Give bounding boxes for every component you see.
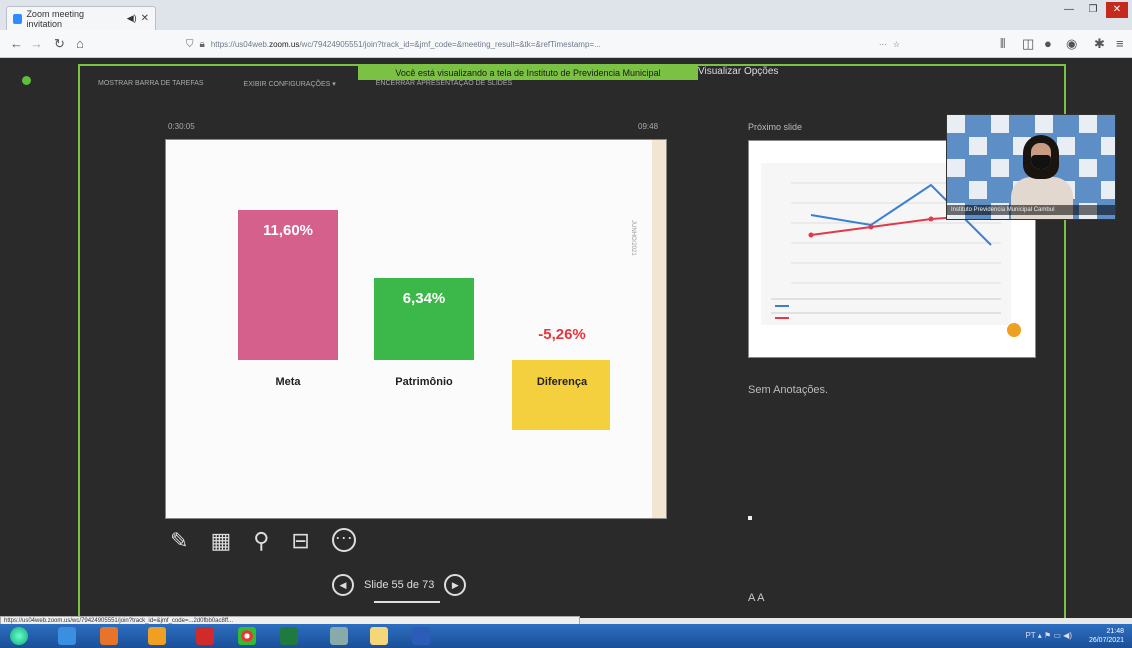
next-slide-label: Próximo slide bbox=[748, 122, 803, 132]
back-icon[interactable]: ← bbox=[10, 36, 23, 51]
backdrop-tile bbox=[991, 159, 1009, 177]
close-window-button[interactable]: ✕ bbox=[1106, 2, 1128, 18]
sidebar-icon[interactable]: ◫ bbox=[1022, 36, 1034, 52]
library-icon[interactable]: ⫴ bbox=[1000, 36, 1005, 52]
bar-category-label: Meta bbox=[275, 376, 301, 388]
firefox-icon[interactable] bbox=[100, 627, 118, 645]
pen-icon[interactable]: ✎ bbox=[170, 528, 188, 554]
viewing-banner: Você está visualizando a tela de Institu… bbox=[358, 66, 698, 80]
backdrop-tile bbox=[1035, 115, 1053, 133]
presentation-timer: 0:30:05 bbox=[168, 122, 195, 131]
file-explorer-icon[interactable] bbox=[370, 627, 388, 645]
bar-2 bbox=[512, 360, 610, 430]
presenter-tools: ✎ ▦ ⚲ ⊟ ··· bbox=[170, 528, 356, 554]
presenter-screen-icon[interactable]: ⊟ bbox=[291, 528, 309, 554]
see-all-slides-icon[interactable]: ▦ bbox=[210, 528, 231, 554]
slide-counter: Slide 55 de 73 bbox=[364, 579, 435, 591]
backdrop-tile bbox=[947, 159, 965, 177]
browser-tab[interactable]: Zoom meeting invitation ◀) ✕ bbox=[6, 6, 156, 30]
notes-font-size-controls[interactable]: A A bbox=[748, 592, 765, 604]
menu-display-settings[interactable]: EXIBIR CONFIGURAÇÕES ▾ bbox=[244, 80, 336, 88]
url-text: https://us04web.zoom.us/wc/79424905551/j… bbox=[210, 39, 601, 49]
chrome-icon[interactable] bbox=[238, 627, 256, 645]
browser-toolbar: ← → ↻ ⌂ ⛉ 🔒︎ https://us04web.zoom.us/wc/… bbox=[0, 30, 1132, 58]
backdrop-tile bbox=[1101, 137, 1115, 155]
excel-icon[interactable] bbox=[280, 627, 298, 645]
bar-category-label: Diferença bbox=[536, 376, 588, 388]
slide-navigation: ◀ Slide 55 de 73 ▶ bbox=[332, 574, 467, 596]
word-icon[interactable] bbox=[412, 627, 430, 645]
windows-taskbar: PT ▴ ⚑ ▭ ◀) 21:48 26/07/2021 bbox=[0, 624, 1132, 648]
address-bar[interactable]: ⛉ 🔒︎ https://us04web.zoom.us/wc/79424905… bbox=[180, 34, 900, 54]
home-icon[interactable]: ⌂ bbox=[76, 36, 84, 51]
tab-audio-icon[interactable]: ◀) bbox=[127, 13, 137, 24]
reload-icon[interactable]: ↻ bbox=[54, 36, 65, 52]
pdf-reader-icon[interactable] bbox=[196, 627, 214, 645]
bar-value-label: 11,60% bbox=[262, 222, 314, 239]
slide-edge bbox=[652, 140, 666, 518]
bar-value-label: 6,34% bbox=[402, 290, 446, 308]
minimize-button[interactable]: — bbox=[1058, 2, 1080, 18]
menu-end-slideshow[interactable]: ENCERRAR APRESENTAÇÃO DE SLIDES bbox=[376, 80, 512, 88]
presentation-clock: 09:48 bbox=[638, 122, 659, 131]
presenter-menu: MOSTRAR BARRA DE TAREFAS EXIBIR CONFIGUR… bbox=[98, 80, 512, 88]
browser-tabbar: Zoom meeting invitation ◀) ✕ — ❐ ✕ bbox=[0, 0, 1132, 30]
shield-icon: ⛉ bbox=[186, 38, 194, 50]
participant-video[interactable]: Instituto Previdencia Municipal Cambuí bbox=[946, 114, 1116, 220]
backdrop-tile bbox=[1079, 115, 1097, 133]
backdrop-tile bbox=[969, 181, 987, 199]
tab-close-button[interactable]: ✕ bbox=[141, 13, 149, 24]
backdrop-tile bbox=[947, 115, 965, 133]
security-shield-icon[interactable] bbox=[22, 76, 31, 85]
preview-badge-icon bbox=[1007, 323, 1021, 337]
tab-title: Zoom meeting invitation bbox=[26, 8, 84, 29]
app-icon[interactable] bbox=[330, 627, 348, 645]
participant-name: Instituto Previdencia Municipal Cambuí bbox=[947, 205, 1115, 215]
more-options-icon[interactable]: ··· bbox=[331, 528, 356, 552]
slide-progress-indicator bbox=[374, 601, 440, 603]
account-icon[interactable]: ◉ bbox=[1066, 36, 1077, 52]
menu-icon[interactable]: ≡ bbox=[1116, 36, 1124, 51]
internet-explorer-icon[interactable] bbox=[58, 627, 76, 645]
current-slide: JUNHO/2021 11,60% Meta 6,34% Patrimônio -5,2… bbox=[166, 140, 666, 518]
backdrop-tile bbox=[969, 137, 987, 155]
next-slide-button[interactable]: ▶ bbox=[444, 574, 467, 596]
window-controls: — ❐ ✕ bbox=[1058, 2, 1128, 18]
system-tray[interactable]: PT ▴ ⚑ ▭ ◀) bbox=[1025, 631, 1072, 640]
previous-slide-button[interactable]: ◀ bbox=[332, 574, 354, 596]
extension-icon[interactable]: ● bbox=[1044, 36, 1052, 51]
mouse-cursor bbox=[748, 516, 752, 520]
menu-show-taskbar[interactable]: MOSTRAR BARRA DE TAREFAS bbox=[98, 80, 204, 88]
slide-side-text: JUNHO/2021 bbox=[630, 220, 636, 256]
bar-category-label: Patrimônio bbox=[395, 376, 453, 388]
lock-icon: 🔒︎ bbox=[199, 38, 205, 50]
backdrop-tile bbox=[991, 115, 1009, 133]
backdrop-tile bbox=[1079, 159, 1097, 177]
page-actions-icon[interactable]: ··· bbox=[879, 40, 887, 49]
backdrop-tile bbox=[1057, 137, 1075, 155]
zoom-meeting-area: Você está visualizando a tela de Institu… bbox=[0, 58, 1132, 618]
speaker-notes: Sem Anotações. bbox=[748, 384, 829, 396]
extensions-puzzle-icon[interactable]: ✱ bbox=[1094, 36, 1105, 52]
taskbar-clock[interactable]: 21:48 26/07/2021 bbox=[1089, 627, 1124, 645]
start-button-icon[interactable] bbox=[10, 627, 28, 645]
bookmark-star-icon[interactable]: ☆ bbox=[893, 40, 900, 49]
maximize-button[interactable]: ❐ bbox=[1082, 2, 1104, 18]
view-options-button[interactable]: Visualizar Opções bbox=[698, 66, 778, 77]
zoom-magnifier-icon[interactable]: ⚲ bbox=[253, 528, 269, 554]
media-player-icon[interactable] bbox=[148, 627, 166, 645]
zoom-favicon-icon bbox=[13, 13, 23, 24]
bar-value-label: -5,26% bbox=[538, 326, 586, 343]
backdrop-tile bbox=[1101, 181, 1115, 199]
forward-icon[interactable]: → bbox=[30, 36, 43, 51]
